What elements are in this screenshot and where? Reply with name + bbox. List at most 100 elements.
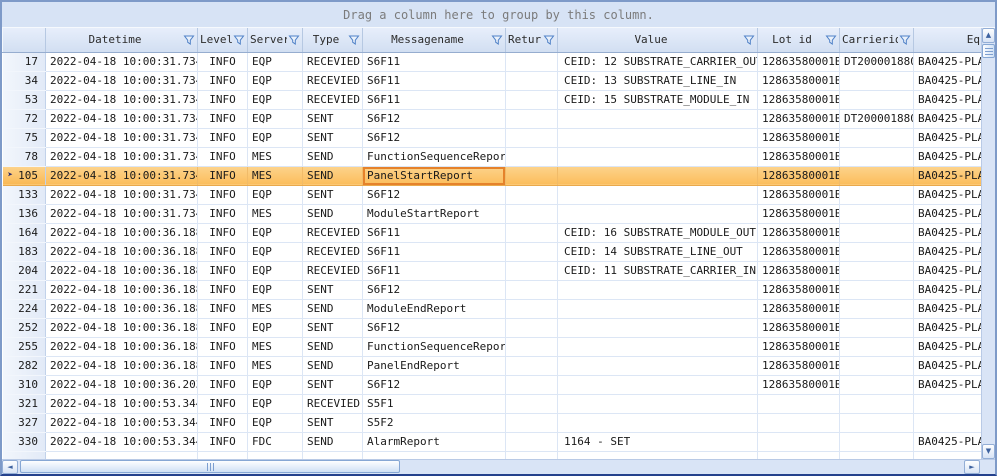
cell-messagename[interactable]: S6F11: [363, 90, 506, 109]
cell-return[interactable]: [506, 71, 558, 90]
cell-datetime[interactable]: 2022-04-18 10:00:36.188: [46, 356, 198, 375]
cell-indicator[interactable]: 221: [3, 280, 46, 299]
table-row[interactable]: 752022-04-18 10:00:31.734INFOEQPSENTS6F1…: [3, 128, 982, 147]
column-header-return[interactable]: Return: [506, 28, 558, 52]
cell-carrierid[interactable]: [840, 223, 914, 242]
cell-value[interactable]: CEID: 15 SUBSTRATE_MODULE_IN: [558, 90, 758, 109]
cell-lotid[interactable]: [758, 432, 840, 451]
filter-funnel-icon[interactable]: [825, 34, 837, 46]
filter-funnel-icon[interactable]: [183, 34, 195, 46]
cell-messagename[interactable]: S6F12: [363, 280, 506, 299]
cell-value[interactable]: [558, 394, 758, 413]
cell-messagename[interactable]: S6F11: [363, 261, 506, 280]
cell-lotid[interactable]: 12863580001B: [758, 52, 840, 71]
cell-messagename[interactable]: S6F11: [363, 71, 506, 90]
cell-carrierid[interactable]: [840, 394, 914, 413]
table-row[interactable]: 3272022-04-18 10:00:53.344INFOEQPSENTS5F…: [3, 413, 982, 432]
cell-value[interactable]: [558, 299, 758, 318]
cell-datetime[interactable]: 2022-04-18 10:00:31.734: [46, 71, 198, 90]
cell-value[interactable]: [558, 280, 758, 299]
cell-type[interactable]: SENT: [303, 185, 363, 204]
cell-lotid[interactable]: 12863580001B: [758, 90, 840, 109]
cell-carrierid[interactable]: [840, 128, 914, 147]
scroll-up-button[interactable]: ▲: [982, 28, 995, 43]
cell-return[interactable]: [506, 185, 558, 204]
cell-messagename[interactable]: S6F11: [363, 242, 506, 261]
cell-server[interactable]: EQP: [248, 128, 303, 147]
cell-return[interactable]: [506, 356, 558, 375]
table-row[interactable]: 2552022-04-18 10:00:36.188INFOMESSENDFun…: [3, 337, 982, 356]
cell-messagename[interactable]: ModuleStartReport: [363, 204, 506, 223]
cell-lotid[interactable]: 12863580001B: [758, 318, 840, 337]
column-header-level[interactable]: Level: [198, 28, 248, 52]
column-header-datetime[interactable]: Datetime: [46, 28, 198, 52]
table-row[interactable]: 2522022-04-18 10:00:36.188INFOEQPSENTS6F…: [3, 318, 982, 337]
cell-indicator[interactable]: 282: [3, 356, 46, 375]
cell-type[interactable]: RECEVIED: [303, 52, 363, 71]
cell-level[interactable]: INFO: [198, 299, 248, 318]
cell-datetime[interactable]: 2022-04-18 10:00:53.344: [46, 413, 198, 432]
cell-value[interactable]: CEID: 13 SUBSTRATE_LINE_IN: [558, 71, 758, 90]
cell-carrierid[interactable]: [840, 318, 914, 337]
cell-messagename[interactable]: S6F11: [363, 52, 506, 71]
cell-eq[interactable]: BA0425-PLA: [914, 52, 982, 71]
filter-funnel-icon[interactable]: [899, 34, 911, 46]
filter-funnel-icon[interactable]: [743, 34, 755, 46]
cell-eq[interactable]: BA0425-PLA: [914, 337, 982, 356]
cell-type[interactable]: SEND: [303, 337, 363, 356]
cell-carrierid[interactable]: [840, 147, 914, 166]
cell-value[interactable]: [558, 147, 758, 166]
cell-server[interactable]: EQP: [248, 318, 303, 337]
table-row[interactable]: 342022-04-18 10:00:31.734INFOEQPRECEVIED…: [3, 71, 982, 90]
cell-level[interactable]: INFO: [198, 337, 248, 356]
cell-value[interactable]: [558, 166, 758, 185]
cell-return[interactable]: [506, 280, 558, 299]
cell-indicator[interactable]: 136: [3, 204, 46, 223]
cell-type[interactable]: SEND: [303, 204, 363, 223]
cell-carrierid[interactable]: DT200001880: [840, 109, 914, 128]
cell-eq[interactable]: BA0425-PLA: [914, 318, 982, 337]
scroll-right-button[interactable]: ►: [964, 460, 980, 474]
cell-server[interactable]: MES: [248, 204, 303, 223]
cell-carrierid[interactable]: [840, 337, 914, 356]
cell-server[interactable]: MES: [248, 166, 303, 185]
table-row[interactable]: 3302022-04-18 10:00:53.344INFOFDCSENDAla…: [3, 432, 982, 451]
table-row[interactable]: 1362022-04-18 10:00:31.734INFOMESSENDMod…: [3, 204, 982, 223]
cell-value[interactable]: [558, 375, 758, 394]
cell-return[interactable]: [506, 318, 558, 337]
cell-lotid[interactable]: 12863580001B: [758, 166, 840, 185]
cell-server[interactable]: EQP: [248, 71, 303, 90]
cell-value[interactable]: [558, 185, 758, 204]
cell-return[interactable]: [506, 242, 558, 261]
cell-type[interactable]: SEND: [303, 432, 363, 451]
cell-indicator[interactable]: 321: [3, 394, 46, 413]
cell-lotid[interactable]: 12863580001B: [758, 261, 840, 280]
cell-lotid[interactable]: 12863580001B: [758, 280, 840, 299]
cell-indicator[interactable]: 53: [3, 90, 46, 109]
filter-funnel-icon[interactable]: [348, 34, 360, 46]
cell-eq[interactable]: BA0425-PLA: [914, 242, 982, 261]
cell-datetime[interactable]: 2022-04-18 10:00:36.188: [46, 318, 198, 337]
cell-carrierid[interactable]: [840, 71, 914, 90]
cell-server[interactable]: EQP: [248, 90, 303, 109]
cell-type[interactable]: SEND: [303, 356, 363, 375]
filter-funnel-icon[interactable]: [233, 34, 245, 46]
vertical-scroll-thumb[interactable]: [982, 44, 995, 58]
cell-lotid[interactable]: 12863580001B: [758, 128, 840, 147]
cell-datetime[interactable]: 2022-04-18 10:00:36.188: [46, 261, 198, 280]
cell-datetime[interactable]: 2022-04-18 10:00:31.734: [46, 147, 198, 166]
cell-level[interactable]: INFO: [198, 109, 248, 128]
cell-level[interactable]: INFO: [198, 223, 248, 242]
cell-carrierid[interactable]: [840, 242, 914, 261]
cell-level[interactable]: INFO: [198, 242, 248, 261]
cell-eq[interactable]: [914, 394, 982, 413]
cell-indicator[interactable]: 310: [3, 375, 46, 394]
cell-carrierid[interactable]: [840, 185, 914, 204]
cell-messagename[interactable]: S6F12: [363, 109, 506, 128]
cell-value[interactable]: [558, 337, 758, 356]
cell-server[interactable]: EQP: [248, 375, 303, 394]
cell-type[interactable]: RECEVIED: [303, 90, 363, 109]
cell-lotid[interactable]: 12863580001B: [758, 356, 840, 375]
cell-eq[interactable]: BA0425-PLA: [914, 166, 982, 185]
filter-funnel-icon[interactable]: [543, 34, 555, 46]
